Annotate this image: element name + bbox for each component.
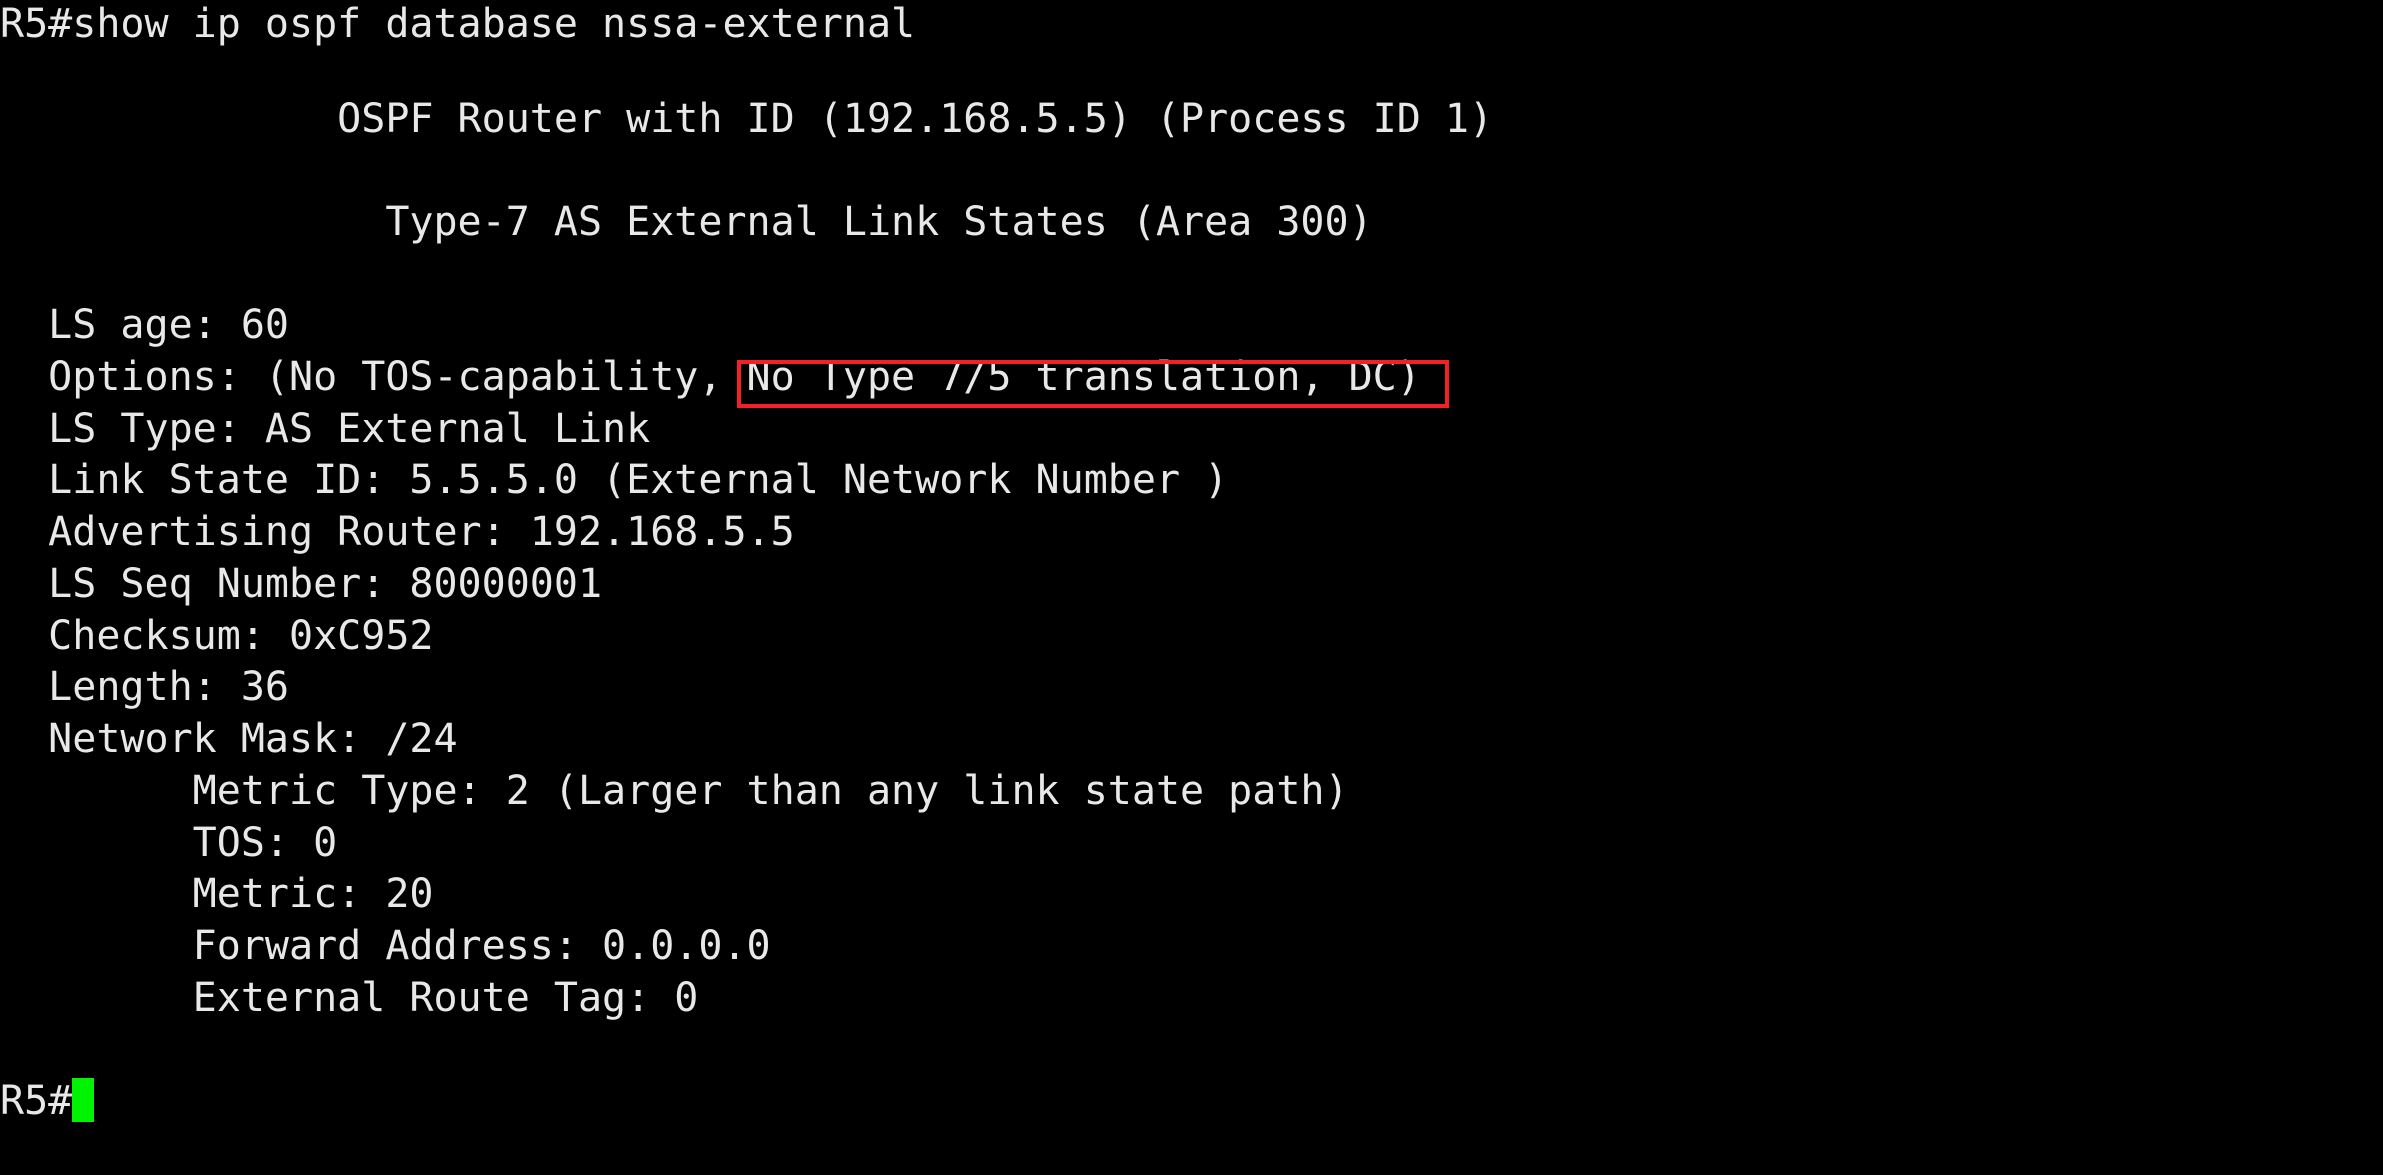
shell-prompt-line[interactable]: R5#: [0, 1075, 95, 1127]
checksum-line: Checksum: 0xC952: [0, 613, 434, 659]
prompt-text: R5#: [0, 1078, 73, 1124]
metric-type-line: Metric Type: 2 (Larger than any link sta…: [0, 768, 1349, 814]
length-line: Length: 36: [0, 664, 289, 710]
options-line: Options: (No TOS-capability, No Type 7/5…: [0, 351, 1421, 403]
advertising-router-line: Advertising Router: 192.168.5.5: [0, 509, 795, 555]
forward-address-line: Forward Address: 0.0.0.0: [0, 923, 771, 969]
lsa-section-header: Type-7 AS External Link States (Area 300…: [0, 199, 1373, 245]
options-highlighted-text: No Type 7/5 translation, DC): [746, 354, 1421, 400]
link-state-id-line: Link State ID: 5.5.5.0 (External Network…: [0, 457, 1229, 503]
ospf-router-header: OSPF Router with ID (192.168.5.5) (Proce…: [0, 96, 1494, 142]
ls-age-line: LS age: 60: [0, 302, 289, 348]
external-route-tag-line: External Route Tag: 0: [0, 975, 699, 1021]
metric-line: Metric: 20: [0, 871, 434, 917]
ls-type-line: LS Type: AS External Link: [0, 406, 651, 452]
command-line: R5#show ip ospf database nssa-external: [0, 1, 916, 47]
ls-seq-number-line: LS Seq Number: 80000001: [0, 561, 603, 607]
cursor-block: [72, 1078, 95, 1122]
tos-line: TOS: 0: [0, 820, 338, 866]
options-prefix-text: Options: (No TOS-capability,: [0, 354, 747, 400]
network-mask-line: Network Mask: /24: [0, 716, 458, 762]
terminal-window[interactable]: R5#show ip ospf database nssa-external O…: [0, 0, 2383, 1175]
